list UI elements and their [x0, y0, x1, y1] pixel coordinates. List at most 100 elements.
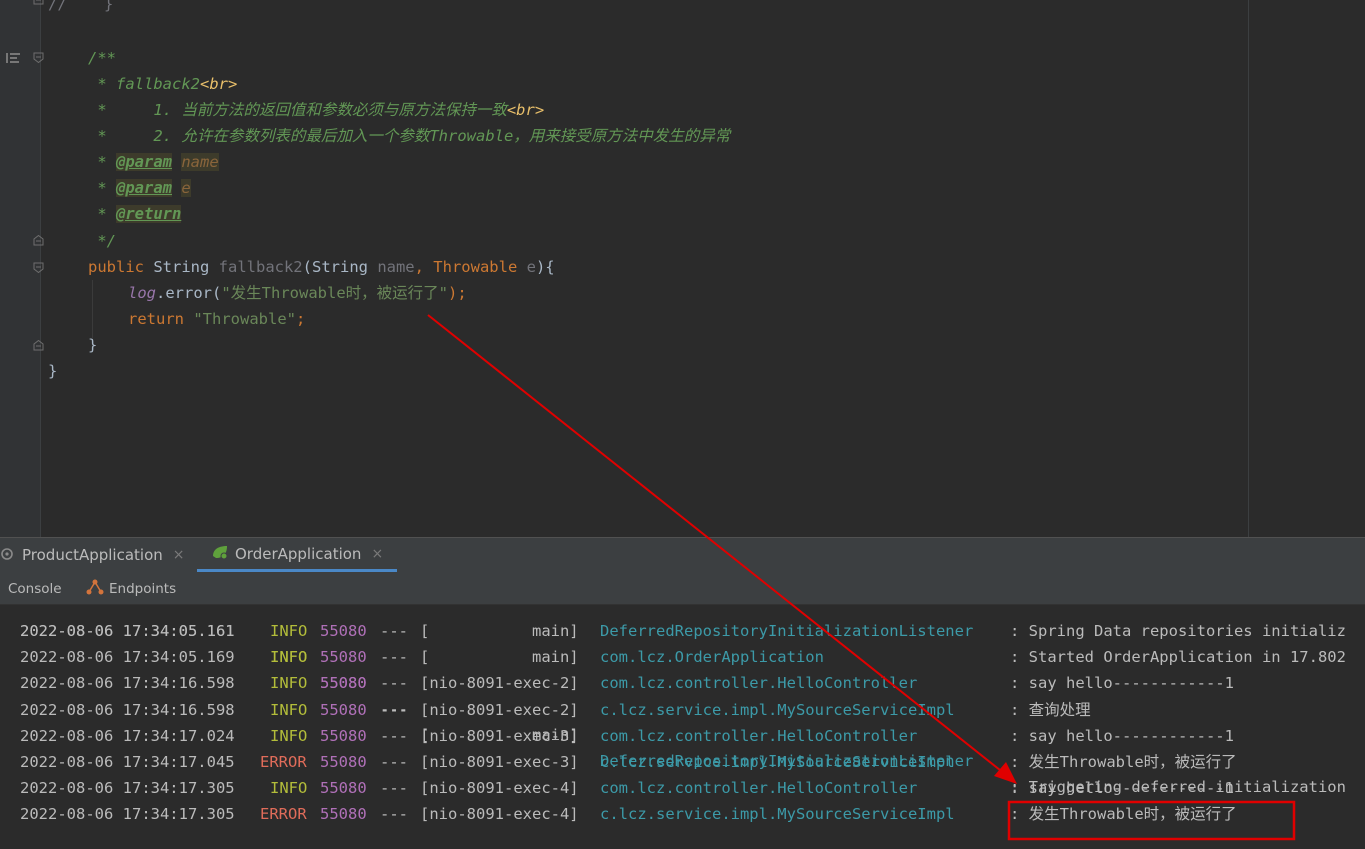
method-name: fallback2	[218, 258, 303, 276]
log-level: INFO	[270, 622, 308, 640]
log-timestamp: 2022-08-06 17:34:16.598	[20, 700, 235, 719]
fold-end-icon[interactable]	[33, 340, 44, 351]
log-timestamp: 2022-08-06 17:34:05.161	[20, 622, 235, 640]
tab-product-application[interactable]: ProductApplication ×	[0, 538, 185, 572]
javadoc-html-tag: <br>	[200, 75, 238, 93]
log-pid: 55080	[320, 805, 367, 824]
log-separator: ---	[380, 753, 408, 771]
return-type: String	[144, 258, 219, 276]
code-line: * @param name	[88, 149, 219, 175]
log-timestamp: 2022-08-06 17:34:05.169	[20, 648, 235, 667]
log-thread: [nio-8091-exec-3]	[420, 726, 579, 745]
log-logger: c.lcz.service.impl.MySourceServiceImpl	[600, 700, 955, 719]
javadoc-star: *	[88, 205, 116, 223]
javadoc-param-tag: @param	[116, 179, 172, 197]
run-tabs-bar: ProductApplication × OrderApplication ×	[0, 537, 1365, 574]
code-line: return "Throwable";	[128, 306, 305, 332]
log-thread: [nio-8091-exec-4]	[420, 805, 579, 824]
log-separator: ---	[380, 648, 408, 667]
log-level: INFO	[270, 726, 308, 745]
javadoc-return-tag: @return	[116, 205, 182, 223]
endpoints-icon	[86, 579, 104, 599]
javadoc-open: /**	[88, 49, 116, 67]
param-type: , Throwable	[414, 258, 527, 276]
log-logger: com.lcz.OrderApplication	[600, 648, 824, 667]
javadoc-star: *	[88, 153, 116, 171]
log-pid: 55080	[320, 700, 367, 719]
code-line: * 2. 允许在参数列表的最后加入一个参数Throwable，用来接受原方法中发…	[88, 123, 730, 149]
string-literal: "发生Throwable时，被运行了"	[221, 284, 448, 302]
code-line: }	[88, 332, 97, 358]
tab-label: ProductApplication	[22, 546, 163, 564]
tab-endpoints[interactable]: Endpoints	[86, 574, 176, 604]
code-line: * 1. 当前方法的返回值和参数必须与原方法保持一致<br>	[88, 97, 544, 123]
param-name: name	[377, 258, 415, 276]
code-line: log.error("发生Throwable时，被运行了");	[128, 280, 467, 306]
commented-code: // }	[48, 0, 114, 13]
log-thread: [ main]	[420, 622, 579, 640]
code-line: }	[48, 358, 57, 384]
log-pid: 55080	[320, 648, 367, 667]
log-separator: ---	[380, 805, 408, 824]
close-icon[interactable]: ×	[371, 546, 383, 562]
code-line: * fallback2<br>	[88, 71, 237, 97]
brace: ){	[535, 258, 555, 276]
log-logger: c.lcz.service.impl.MySourceServiceImpl	[600, 753, 955, 771]
tab-label: Console	[8, 581, 62, 597]
javadoc-text: 1. 当前方法的返回值和参数必须与原方法保持一致	[153, 101, 507, 119]
code-editor[interactable]: // } /** * fallback2<br> * 1. 当前方法的返回值和参…	[0, 0, 1365, 537]
close-icon[interactable]: ×	[173, 547, 185, 563]
closing-brace: }	[48, 362, 58, 380]
javadoc-param-name: name	[181, 153, 219, 171]
javadoc-star: *	[88, 127, 154, 145]
tab-label: OrderApplication	[235, 544, 362, 563]
log-level: INFO	[270, 700, 308, 719]
code-line: * @param e	[88, 175, 191, 201]
tab-order-application[interactable]: OrderApplication ×	[197, 538, 398, 572]
spring-boot-icon	[211, 544, 229, 564]
log-message: : say hello------------1	[1010, 674, 1234, 693]
closing-brace: }	[88, 336, 98, 354]
right-margin-guide	[1248, 0, 1249, 537]
log-separator: ---	[380, 674, 408, 693]
log-thread: [nio-8091-exec-4]	[420, 779, 579, 798]
log-level: ERROR	[260, 805, 307, 824]
javadoc-param-name: e	[181, 179, 191, 197]
log-pid: 55080	[320, 622, 367, 640]
log-level: INFO	[270, 779, 308, 798]
log-logger: com.lcz.controller.HelloController	[600, 726, 918, 745]
code-line: /**	[88, 45, 116, 71]
log-pid: 55080	[320, 726, 367, 745]
run-tool-window: ProductApplication × OrderApplication × …	[0, 537, 1365, 849]
log-message: : 查询处理	[1010, 700, 1091, 719]
method-call: .error(	[156, 284, 222, 302]
keyword-return: return	[128, 310, 184, 328]
fold-start-icon[interactable]	[33, 262, 44, 273]
javadoc-star: *	[88, 101, 154, 119]
log-separator: ---	[380, 726, 408, 745]
console-sub-tabs: Console Endpoints	[0, 574, 1365, 605]
fold-end-icon[interactable]	[33, 235, 44, 246]
log-logger: c.lcz.service.impl.MySourceServiceImpl	[600, 805, 955, 824]
log-thread: [nio-8091-exec-2]	[420, 700, 579, 719]
javadoc-close: */	[88, 232, 116, 250]
console-output[interactable]: 2022-08-06 17:34:05.161 INFO 55080 --- […	[0, 605, 1365, 849]
log-logger: com.lcz.controller.HelloController	[600, 779, 918, 798]
log-level: INFO	[270, 648, 308, 667]
log-message: : Started OrderApplication in 17.802	[1010, 648, 1346, 667]
fold-start-icon[interactable]	[33, 52, 44, 63]
log-logger: DeferredRepositoryInitializationListener	[600, 622, 974, 640]
log-pid: 55080	[320, 753, 367, 771]
log-separator: ---	[380, 700, 408, 719]
log-thread: [nio-8091-exec-2]	[420, 674, 579, 693]
bookmark-list-icon[interactable]	[6, 49, 20, 63]
javadoc-html-tag: <br>	[506, 101, 545, 119]
fold-end-icon[interactable]	[33, 0, 44, 5]
tab-label: Endpoints	[109, 581, 177, 597]
log-timestamp: 2022-08-06 17:34:17.024	[20, 726, 235, 745]
tab-console[interactable]: Console	[8, 574, 62, 604]
param-type: (String	[302, 258, 378, 276]
editor-gutter	[0, 0, 44, 537]
log-field: log	[128, 284, 156, 302]
